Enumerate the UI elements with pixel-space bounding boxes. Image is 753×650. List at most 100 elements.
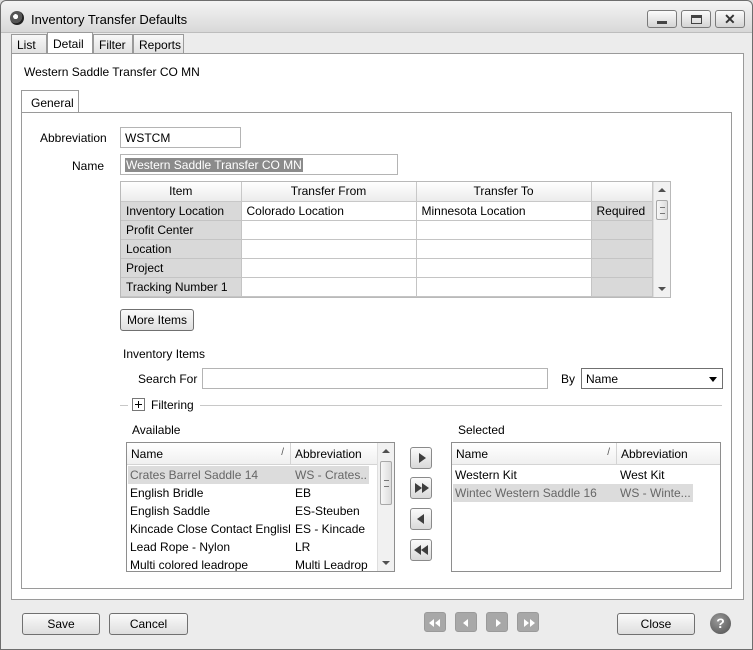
grid-scroll-thumb[interactable]	[656, 200, 668, 220]
selected-col-name[interactable]: Name /	[452, 443, 617, 465]
move-all-right-icon	[422, 483, 429, 493]
selected-list[interactable]: Name / Abbreviation Western Kit West Kit…	[451, 442, 721, 572]
grid-scrollbar[interactable]	[653, 182, 670, 297]
list-item-abbreviation: WS - Crates...	[295, 468, 368, 482]
selected-label: Selected	[458, 423, 505, 437]
by-label: By	[561, 372, 576, 386]
available-scroll-thumb[interactable]	[380, 461, 392, 505]
add-selected-button[interactable]	[410, 447, 432, 469]
restore-button[interactable]	[681, 10, 711, 28]
list-item[interactable]: Wintec Western Saddle 16 WS - Winte...	[453, 484, 693, 502]
col-required	[591, 182, 653, 202]
grid-cell-required	[591, 277, 653, 297]
tab-general[interactable]: General	[21, 90, 79, 112]
scroll-up-icon[interactable]	[658, 188, 666, 192]
list-item-abbreviation: ES - Kincade	[295, 522, 366, 536]
next-record-button[interactable]	[486, 612, 508, 632]
grid-cell-to[interactable]	[416, 277, 592, 297]
list-item-name: Kincade Close Contact English	[130, 522, 290, 536]
grid-row[interactable]: Inventory Location Colorado Location Min…	[121, 201, 653, 221]
grid-cell-item: Inventory Location	[121, 201, 242, 221]
grid-cell-item: Profit Center	[121, 220, 242, 240]
filtering-label[interactable]: Filtering	[151, 398, 194, 412]
list-item-name: Western Kit	[455, 468, 517, 482]
add-all-button[interactable]	[410, 477, 432, 499]
close-button[interactable]: Close	[617, 613, 695, 635]
grid-cell-from[interactable]	[241, 258, 417, 278]
scroll-down-icon[interactable]	[658, 287, 666, 291]
list-item[interactable]: Kincade Close Contact English ES - Kinca…	[128, 520, 369, 538]
name-label: Name	[72, 159, 105, 173]
list-item[interactable]: Crates Barrel Saddle 14 WS - Crates...	[128, 466, 369, 484]
grid-cell-from[interactable]	[241, 277, 417, 297]
col-transfer-to[interactable]: Transfer To	[416, 182, 592, 202]
inventory-transfer-defaults-window: Inventory Transfer Defaults ✕ List Detai…	[0, 0, 753, 650]
help-icon[interactable]: ?	[710, 613, 731, 634]
available-scrollbar[interactable]	[377, 443, 394, 571]
tab-list[interactable]: List	[11, 34, 47, 54]
list-item-name: Lead Rope - Nylon	[130, 540, 231, 554]
list-item[interactable]: Multi colored leadrope Multi Leadrope	[128, 556, 369, 571]
window-title: Inventory Transfer Defaults	[31, 12, 188, 27]
grid-cell-to[interactable]	[416, 258, 592, 278]
scroll-down-icon[interactable]	[382, 561, 390, 565]
list-item[interactable]: Lead Rope - Nylon LR	[128, 538, 369, 556]
expand-filtering-icon[interactable]	[132, 398, 145, 411]
list-item[interactable]: English Saddle ES-Steuben	[128, 502, 369, 520]
more-items-button[interactable]: More Items	[120, 309, 194, 331]
col-item[interactable]: Item	[121, 182, 242, 202]
available-list[interactable]: Name / Abbreviation Crates Barrel Saddle…	[126, 442, 395, 572]
search-by-select[interactable]: Name	[581, 368, 723, 389]
first-record-button[interactable]	[424, 612, 446, 632]
grid-cell-from[interactable]	[241, 239, 417, 259]
tab-filter[interactable]: Filter	[93, 34, 133, 54]
transfer-table: Item Transfer From Transfer To Inventory…	[121, 182, 653, 297]
available-col-abbreviation[interactable]: Abbreviation	[291, 443, 378, 465]
next-record-icon	[496, 619, 501, 627]
grid-row[interactable]: Project	[121, 258, 653, 278]
selected-col-abbreviation[interactable]: Abbreviation	[617, 443, 720, 465]
transfer-grid-header: Item Transfer From Transfer To	[121, 182, 653, 202]
minimize-icon	[657, 21, 667, 24]
available-col-name[interactable]: Name /	[127, 443, 291, 465]
name-value: Western Saddle Transfer CO MN	[125, 158, 303, 172]
tab-detail[interactable]: Detail	[47, 32, 93, 55]
minimize-button[interactable]	[647, 10, 677, 28]
grid-row[interactable]: Tracking Number 1	[121, 277, 653, 297]
general-panel: Abbreviation WSTCM Name Western Saddle T…	[21, 112, 732, 589]
close-window-button[interactable]: ✕	[715, 10, 745, 28]
list-item-abbreviation: ES-Steuben	[295, 504, 360, 518]
title-bar: Inventory Transfer Defaults ✕	[1, 1, 752, 33]
abbreviation-field[interactable]: WSTCM	[120, 127, 241, 148]
col-transfer-from[interactable]: Transfer From	[241, 182, 417, 202]
scroll-up-icon[interactable]	[382, 449, 390, 453]
name-field[interactable]: Western Saddle Transfer CO MN	[120, 154, 398, 175]
list-item[interactable]: Western Kit West Kit	[453, 466, 693, 484]
list-item-abbreviation: EB	[295, 486, 312, 500]
previous-record-button[interactable]	[455, 612, 477, 632]
search-input[interactable]	[202, 368, 548, 389]
detail-panel: Western Saddle Transfer CO MN General Ab…	[11, 53, 744, 600]
grid-cell-from[interactable]	[241, 220, 417, 240]
last-record-icon	[524, 619, 529, 627]
save-button[interactable]: Save	[22, 613, 100, 635]
remove-selected-button[interactable]	[410, 508, 432, 530]
abbreviation-label: Abbreviation	[40, 131, 107, 145]
transfer-grid: Item Transfer From Transfer To Inventory…	[120, 181, 671, 298]
grid-cell-from[interactable]: Colorado Location	[241, 201, 417, 221]
move-left-icon	[417, 514, 424, 524]
remove-all-button[interactable]	[410, 539, 432, 561]
tab-reports[interactable]: Reports	[133, 34, 184, 54]
grid-row[interactable]: Profit Center	[121, 220, 653, 240]
list-item-name: English Bridle	[130, 486, 204, 500]
move-all-right-icon	[415, 483, 422, 493]
grid-row[interactable]: Location	[121, 239, 653, 259]
grid-cell-to[interactable]	[416, 239, 592, 259]
list-item-abbreviation: West Kit	[620, 468, 665, 482]
grid-cell-to[interactable]: Minnesota Location	[416, 201, 592, 221]
grid-cell-to[interactable]	[416, 220, 592, 240]
cancel-button[interactable]: Cancel	[109, 613, 188, 635]
available-label: Available	[132, 423, 181, 437]
list-item[interactable]: English Bridle EB	[128, 484, 369, 502]
last-record-button[interactable]	[517, 612, 539, 632]
